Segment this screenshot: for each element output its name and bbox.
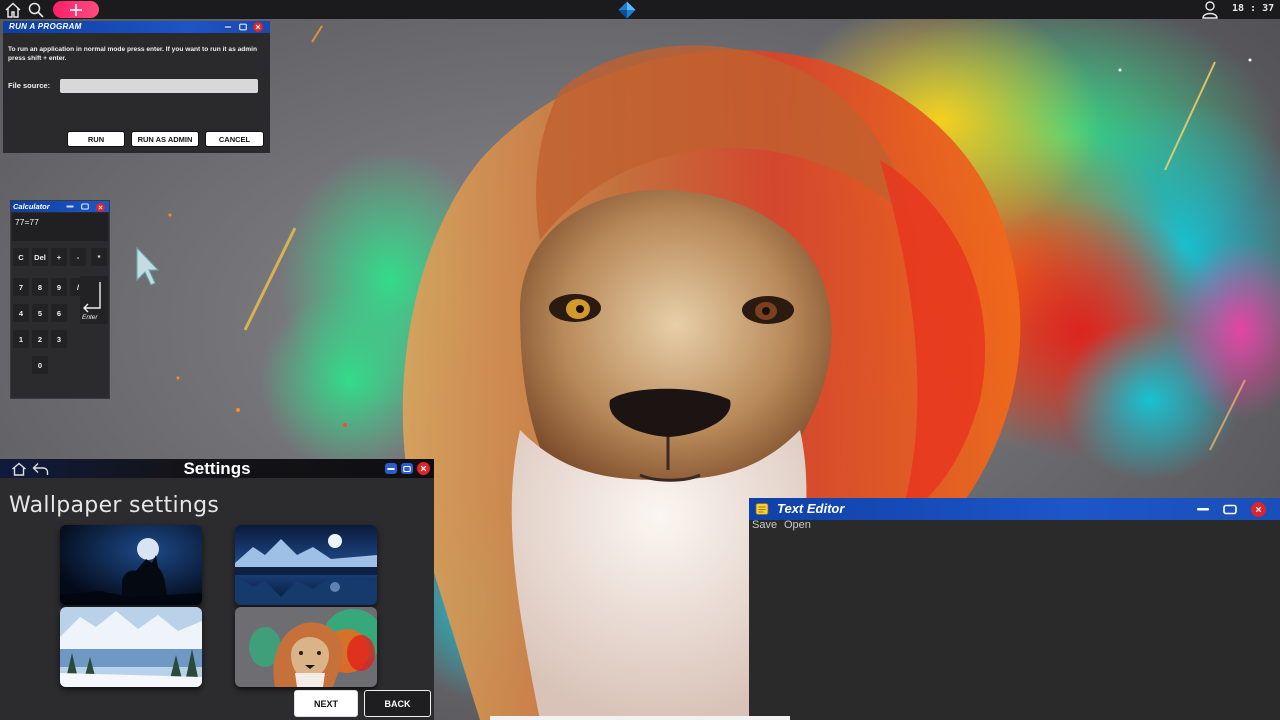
text-editor-window: Text Editor Save Open <box>749 498 1280 720</box>
close-icon <box>420 465 427 472</box>
close-button[interactable] <box>1251 502 1266 517</box>
top-bar: 18 : 37 <box>0 0 1280 19</box>
window-title: RUN A PROGRAM <box>9 22 82 31</box>
close-icon <box>1255 506 1262 513</box>
calculator-window: Calculator 77=77 C Del + - * 7 8 9 / 4 5… <box>10 200 110 399</box>
minimize-button[interactable] <box>385 463 397 474</box>
file-source-input[interactable] <box>60 79 258 93</box>
calculator-display: 77=77 <box>12 213 108 241</box>
calc-key-5[interactable]: 5 <box>32 304 48 322</box>
maximize-icon <box>403 465 411 472</box>
wallpaper-thumb-wolf-moon[interactable] <box>60 525 202 605</box>
window-title: Text Editor <box>777 501 845 516</box>
calc-key-7[interactable]: 7 <box>13 278 29 296</box>
file-source-label: File source: <box>8 81 51 90</box>
close-button[interactable] <box>417 462 430 475</box>
calc-key-minus[interactable]: - <box>70 248 86 266</box>
window-title: Calculator <box>13 202 50 211</box>
add-app-button[interactable] <box>53 1 99 18</box>
calc-key-clear[interactable]: C <box>13 248 29 266</box>
maximize-button[interactable] <box>1222 503 1238 515</box>
settings-titlebar[interactable]: Settings <box>0 459 434 478</box>
maximize-button[interactable] <box>238 23 247 31</box>
run-description: To run an application in normal mode pre… <box>8 46 258 62</box>
enter-arrow-icon <box>83 282 101 313</box>
close-icon <box>98 205 103 209</box>
calc-key-plus[interactable]: + <box>51 248 67 266</box>
minimize-button[interactable] <box>1195 503 1211 515</box>
maximize-button[interactable] <box>81 203 89 210</box>
minimize-button[interactable] <box>66 203 74 210</box>
calc-key-3[interactable]: 3 <box>51 330 67 348</box>
notepad-icon <box>755 502 769 516</box>
next-button[interactable]: NEXT <box>294 690 358 717</box>
close-icon <box>255 24 261 30</box>
window-title: Settings <box>183 459 251 478</box>
calc-key-1[interactable]: 1 <box>13 330 29 348</box>
calc-key-4[interactable]: 4 <box>13 304 29 322</box>
enter-key-label: Enter <box>82 314 98 321</box>
clock: 18 : 37 <box>1232 3 1275 14</box>
calc-key-0[interactable]: 0 <box>32 356 48 374</box>
calculator-titlebar[interactable]: Calculator <box>11 201 109 212</box>
back-button[interactable]: BACK <box>364 690 431 717</box>
home-icon[interactable] <box>4 1 22 19</box>
wallpaper-thumb-snowy-mountain-lake[interactable] <box>60 607 202 687</box>
run-program-window: RUN A PROGRAM To run an application in n… <box>3 21 270 153</box>
minimize-icon <box>66 205 74 208</box>
run-button[interactable]: RUN <box>67 131 125 147</box>
run-as-admin-button[interactable]: RUN AS ADMIN <box>131 131 199 147</box>
close-button[interactable] <box>253 22 263 32</box>
diamond-logo-icon[interactable] <box>618 1 636 19</box>
calc-key-multiply[interactable]: * <box>91 248 107 266</box>
calc-key-delete[interactable]: Del <box>32 248 48 266</box>
wallpaper-thumb-colorful-lion[interactable] <box>235 607 377 687</box>
minimize-button[interactable] <box>223 23 232 31</box>
text-editor-content[interactable] <box>749 534 1280 720</box>
minimize-icon <box>1197 508 1209 511</box>
close-button[interactable] <box>96 202 105 212</box>
plus-icon <box>70 3 82 16</box>
calc-key-2[interactable]: 2 <box>32 330 48 348</box>
save-menu-item[interactable]: Save <box>752 519 777 531</box>
text-editor-titlebar[interactable]: Text Editor <box>749 498 1280 520</box>
calc-key-8[interactable]: 8 <box>32 278 48 296</box>
wallpaper-thumb-mountain-lake-moon[interactable] <box>235 525 377 605</box>
open-menu-item[interactable]: Open <box>784 519 811 531</box>
maximize-icon <box>238 23 247 31</box>
calc-key-9[interactable]: 9 <box>51 278 67 296</box>
calc-key-6[interactable]: 6 <box>51 304 67 322</box>
maximize-button[interactable] <box>401 463 413 474</box>
run-program-titlebar[interactable]: RUN A PROGRAM <box>3 21 270 33</box>
search-icon[interactable] <box>27 1 45 19</box>
minimize-icon <box>223 25 232 29</box>
taskbar-indicator <box>490 716 790 720</box>
maximize-icon <box>1223 504 1237 514</box>
settings-subtitle: Wallpaper settings <box>9 493 220 518</box>
user-icon[interactable] <box>1201 1 1219 19</box>
maximize-icon <box>81 203 89 210</box>
cancel-button[interactable]: CANCEL <box>205 131 264 147</box>
minimize-icon <box>387 467 395 470</box>
settings-window: Settings Wallpaper settings NEXT BACK <box>0 459 434 720</box>
